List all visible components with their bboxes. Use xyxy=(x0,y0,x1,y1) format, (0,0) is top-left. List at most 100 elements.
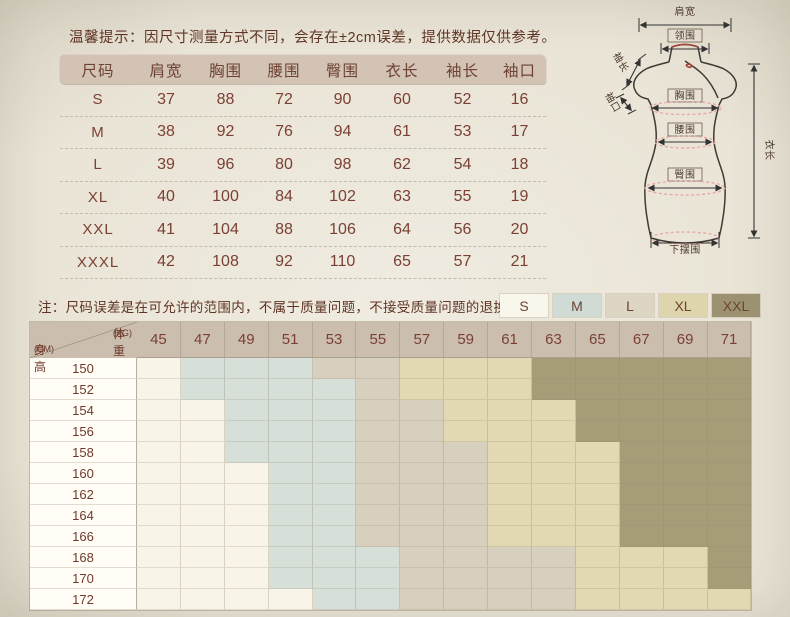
matrix-cell-size-l xyxy=(356,379,400,400)
height-row-label: 168 xyxy=(30,547,137,568)
matrix-cell-size-m xyxy=(313,526,357,547)
size-value: 39 xyxy=(136,149,196,181)
matrix-cell-size-l xyxy=(356,463,400,484)
matrix-cell-size-xl xyxy=(444,400,488,421)
legend-swatch-xxl: XXL xyxy=(712,294,760,317)
matrix-cell-size-xxl xyxy=(708,463,752,484)
matrix-cell-size-m xyxy=(269,379,313,400)
size-value: 110 xyxy=(313,247,372,279)
matrix-cell-size-xxl xyxy=(708,484,752,505)
neck-label: 领围 xyxy=(675,29,696,42)
matrix-cell-size-l xyxy=(444,505,488,526)
matrix-cell-size-l xyxy=(444,589,488,610)
matrix-cell-size-l xyxy=(313,358,357,379)
matrix-cell-size-s xyxy=(225,568,269,589)
weight-column-header: 45 xyxy=(137,322,181,358)
matrix-cell-size-m xyxy=(313,379,357,400)
weight-column-header: 63 xyxy=(532,322,576,358)
matrix-cell-size-l xyxy=(356,505,400,526)
matrix-cell-size-xl xyxy=(532,421,576,442)
matrix-cell-size-xl xyxy=(620,547,664,568)
height-row-label: 158 xyxy=(30,442,137,463)
size-value: 72 xyxy=(255,84,313,116)
weight-column-header: 51 xyxy=(269,322,313,358)
matrix-cell-size-l xyxy=(532,589,576,610)
size-name: XXL xyxy=(60,214,136,246)
matrix-cell-size-m xyxy=(181,358,225,379)
weight-column-header: 61 xyxy=(488,322,532,358)
weight-column-header: 55 xyxy=(356,322,400,358)
size-name: L xyxy=(60,149,136,181)
height-row-label: 160 xyxy=(30,463,137,484)
matrix-cell-size-l xyxy=(356,400,400,421)
matrix-corner-cell: 体重(KG) 身高(CM) xyxy=(30,322,137,358)
matrix-cell-size-m xyxy=(225,442,269,463)
size-table-header: 尺码肩宽胸围腰围臀围衣长袖长袖口 xyxy=(60,55,546,84)
sleeve-length-label: 袖长 xyxy=(610,50,632,75)
matrix-cell-size-s xyxy=(137,400,181,421)
matrix-cell-size-xxl xyxy=(664,442,708,463)
matrix-cell-size-xxl xyxy=(620,421,664,442)
matrix-cell-size-xl xyxy=(488,463,532,484)
size-value: 42 xyxy=(136,247,196,279)
matrix-cell-size-xxl xyxy=(576,421,620,442)
matrix-cell-size-m xyxy=(225,400,269,421)
matrix-cell-size-xl xyxy=(488,526,532,547)
size-value: 37 xyxy=(136,84,196,116)
matrix-cell-size-s xyxy=(181,421,225,442)
size-value: 98 xyxy=(313,149,372,181)
size-table: 尺码肩宽胸围腰围臀围衣长袖长袖口 S37887290605216M3892769… xyxy=(60,55,546,279)
matrix-cell-size-xl xyxy=(664,589,708,610)
matrix-cell-size-m xyxy=(269,484,313,505)
matrix-cell-size-m xyxy=(269,526,313,547)
matrix-cell-size-l xyxy=(400,421,444,442)
matrix-cell-size-xl xyxy=(488,358,532,379)
matrix-cell-size-m xyxy=(181,379,225,400)
size-table-row: M38927694615317 xyxy=(60,117,546,150)
legend-swatch-m: M xyxy=(553,294,601,317)
matrix-cell-size-s xyxy=(181,547,225,568)
size-name: XXXL xyxy=(60,247,136,279)
size-value: 19 xyxy=(493,182,546,214)
matrix-cell-size-s xyxy=(137,421,181,442)
matrix-cell-size-m xyxy=(313,421,357,442)
matrix-cell-size-s xyxy=(225,526,269,547)
legend-swatch-l: L xyxy=(606,294,654,317)
size-value: 54 xyxy=(432,149,493,181)
size-table-column-header: 腰围 xyxy=(255,55,313,84)
matrix-cell-size-m xyxy=(313,463,357,484)
matrix-cell-size-xl xyxy=(708,589,752,610)
matrix-cell-size-s xyxy=(137,379,181,400)
matrix-cell-size-l xyxy=(400,547,444,568)
matrix-cell-size-l xyxy=(444,463,488,484)
matrix-cell-size-xxl xyxy=(620,400,664,421)
matrix-cell-size-s xyxy=(225,484,269,505)
matrix-cell-size-xl xyxy=(488,505,532,526)
matrix-cell-size-m xyxy=(225,421,269,442)
matrix-cell-size-m xyxy=(269,442,313,463)
height-row-label: 154 xyxy=(30,400,137,421)
matrix-cell-size-xl xyxy=(576,463,620,484)
size-table-column-header: 臀围 xyxy=(313,55,372,84)
size-table-row: XL4010084102635519 xyxy=(60,182,546,215)
size-value: 80 xyxy=(255,149,313,181)
size-value: 18 xyxy=(493,149,546,181)
size-value: 104 xyxy=(196,214,255,246)
matrix-cell-size-s xyxy=(225,505,269,526)
matrix-cell-size-l xyxy=(400,505,444,526)
matrix-cell-size-l xyxy=(488,547,532,568)
size-table-column-header: 袖口 xyxy=(493,55,546,84)
matrix-cell-size-s xyxy=(181,505,225,526)
matrix-cell-size-s xyxy=(181,400,225,421)
matrix-cell-size-l xyxy=(356,442,400,463)
legend-swatch-s: S xyxy=(500,294,548,317)
size-value: 64 xyxy=(372,214,432,246)
matrix-cell-size-s xyxy=(181,442,225,463)
matrix-cell-size-s xyxy=(137,358,181,379)
matrix-cell-size-xl xyxy=(488,484,532,505)
size-table-column-header: 袖长 xyxy=(432,55,493,84)
matrix-cell-size-xxl xyxy=(664,358,708,379)
size-table-body: S37887290605216M38927694615317L399680986… xyxy=(60,84,546,279)
matrix-cell-size-xl xyxy=(488,400,532,421)
size-table-row: XXL4110488106645620 xyxy=(60,214,546,247)
